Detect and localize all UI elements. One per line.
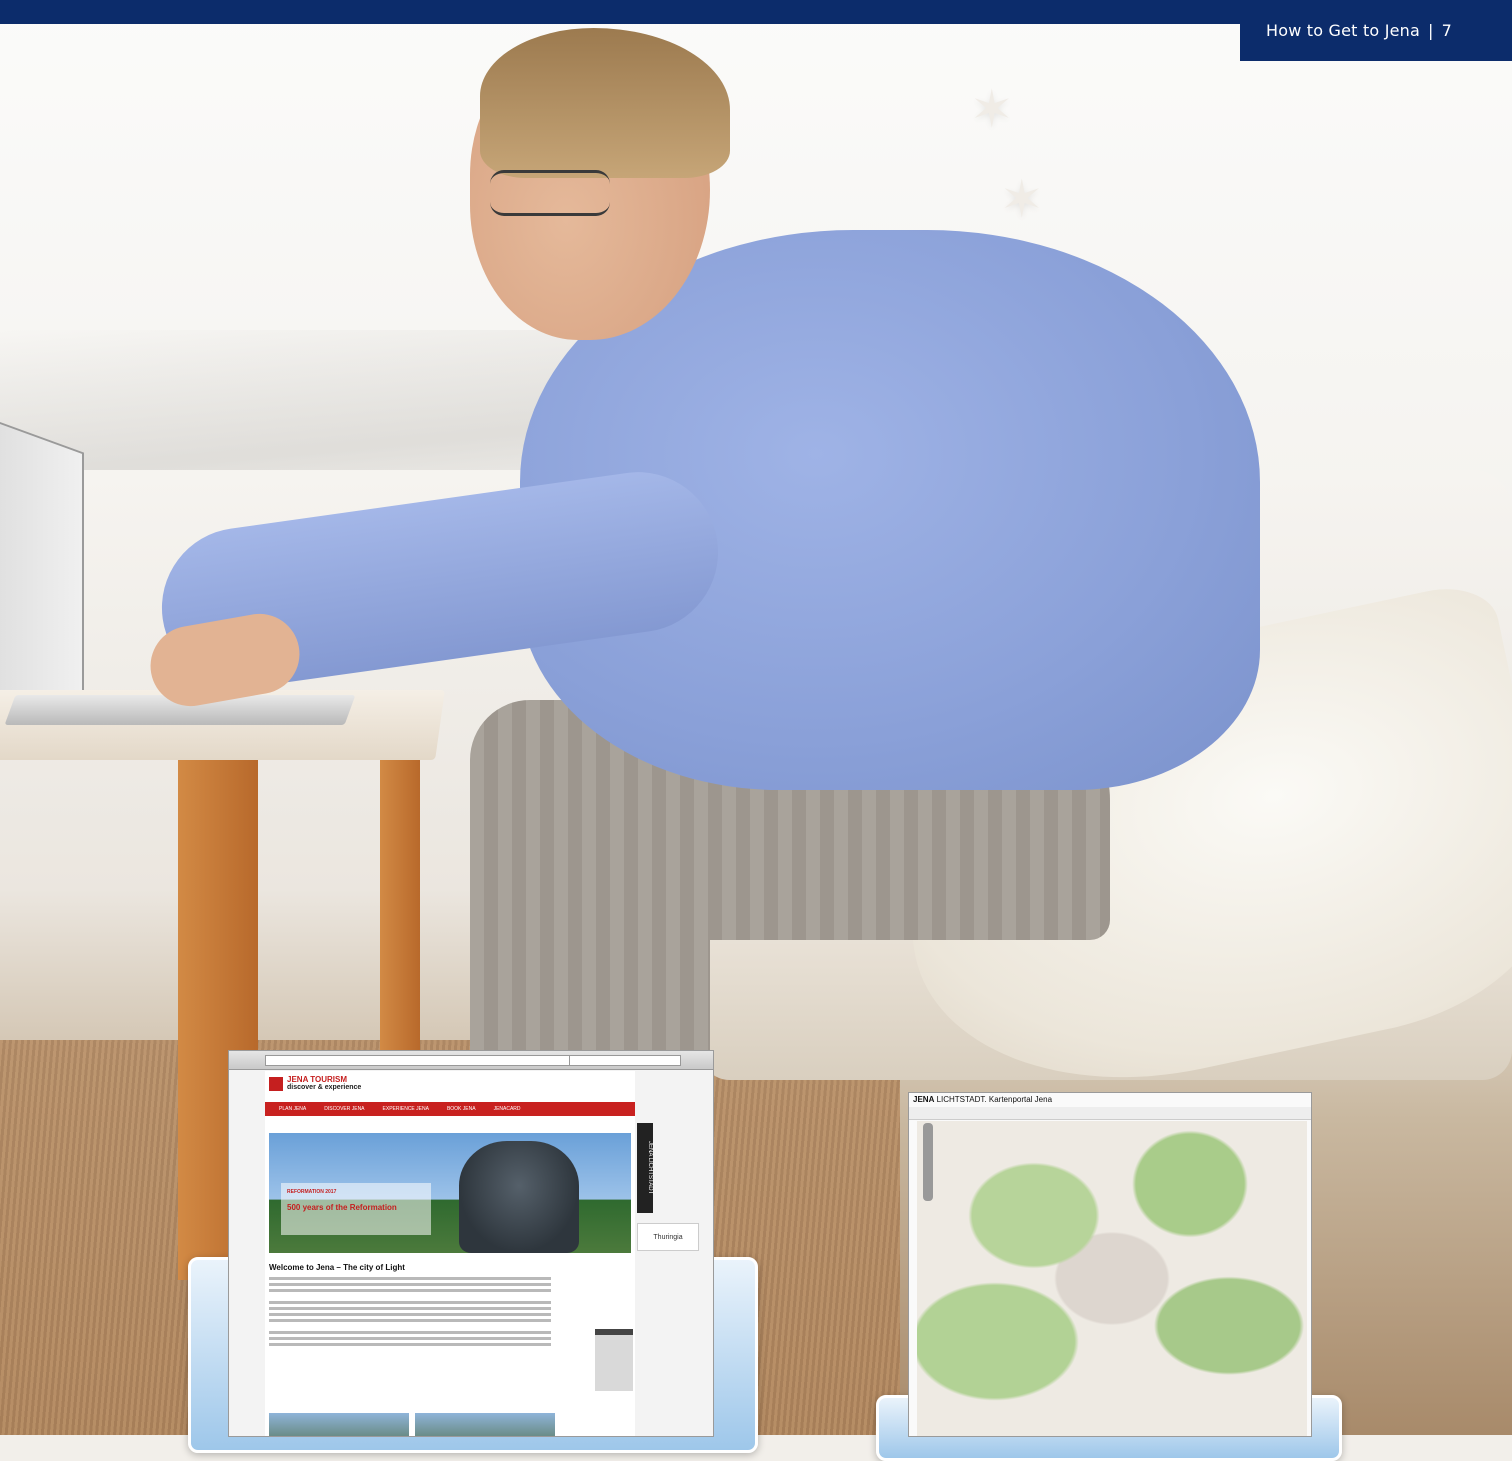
partner-logo: Thuringia: [637, 1223, 699, 1251]
page-header-tab: How to Get to Jena | 7: [1240, 0, 1512, 61]
nav-item: DISCOVER JENA: [324, 1106, 365, 1112]
text-line: [269, 1337, 551, 1340]
text-line: [269, 1319, 551, 1322]
browser-search-field: [569, 1055, 681, 1066]
glasses: [490, 170, 610, 216]
thumbnail-image: [269, 1413, 409, 1436]
address-bar: [265, 1055, 571, 1066]
header-separator: |: [1428, 21, 1434, 40]
nav-item: PLAN JENA: [279, 1106, 307, 1112]
text-line: [269, 1283, 551, 1286]
browser-toolbar: [229, 1051, 713, 1070]
map-toolbar: [909, 1107, 1311, 1120]
welcome-heading: Welcome to Jena – The city of Light: [269, 1263, 405, 1272]
hair: [480, 28, 730, 178]
text-line: [269, 1301, 551, 1304]
map-title: JENA LICHTSTADT. Kartenportal Jena: [913, 1095, 1053, 1104]
page-number: 7: [1441, 21, 1452, 40]
logo-subtitle: discover & experience: [287, 1084, 362, 1091]
zoom-slider: [923, 1123, 933, 1201]
hero-image: REFORMATION 2017 500 years of the Reform…: [269, 1133, 631, 1253]
laptop-screen: [0, 407, 84, 737]
statue-image: [459, 1141, 579, 1253]
jena-logo-icon: [269, 1077, 283, 1091]
text-line: [269, 1277, 551, 1280]
table-leg: [380, 760, 420, 1060]
text-line: [269, 1289, 551, 1292]
text-line: [269, 1343, 551, 1346]
nav-item: BOOK JENA: [446, 1106, 476, 1112]
hero-title: 500 years of the Reformation: [287, 1203, 397, 1212]
thumbnail-image: [415, 1413, 555, 1436]
logo-title: JENA TOURISM: [287, 1075, 348, 1084]
section-title: How to Get to Jena: [1266, 21, 1420, 40]
hero-kicker: REFORMATION 2017: [287, 1189, 337, 1195]
website-screenshot: JENA TOURISM discover & experience PLAN …: [228, 1050, 714, 1437]
text-line: [269, 1307, 551, 1310]
web-page: JENA TOURISM discover & experience PLAN …: [265, 1071, 635, 1436]
star-icon: ✶: [1000, 170, 1044, 230]
map-area: [917, 1121, 1307, 1436]
text-line: [269, 1331, 551, 1334]
site-nav: PLAN JENA DISCOVER JENA EXPERIENCE JENA …: [265, 1102, 635, 1116]
nav-item: EXPERIENCE JENA: [382, 1106, 429, 1112]
map-screenshot: JENA LICHTSTADT. Kartenportal Jena: [908, 1092, 1312, 1437]
star-icon: ✶: [970, 80, 1014, 140]
text-line: [269, 1313, 551, 1316]
calendar-widget: [595, 1329, 633, 1391]
nav-item: JENACARD: [493, 1106, 521, 1112]
side-badge: JENA LICHTSTADT: [637, 1123, 653, 1213]
